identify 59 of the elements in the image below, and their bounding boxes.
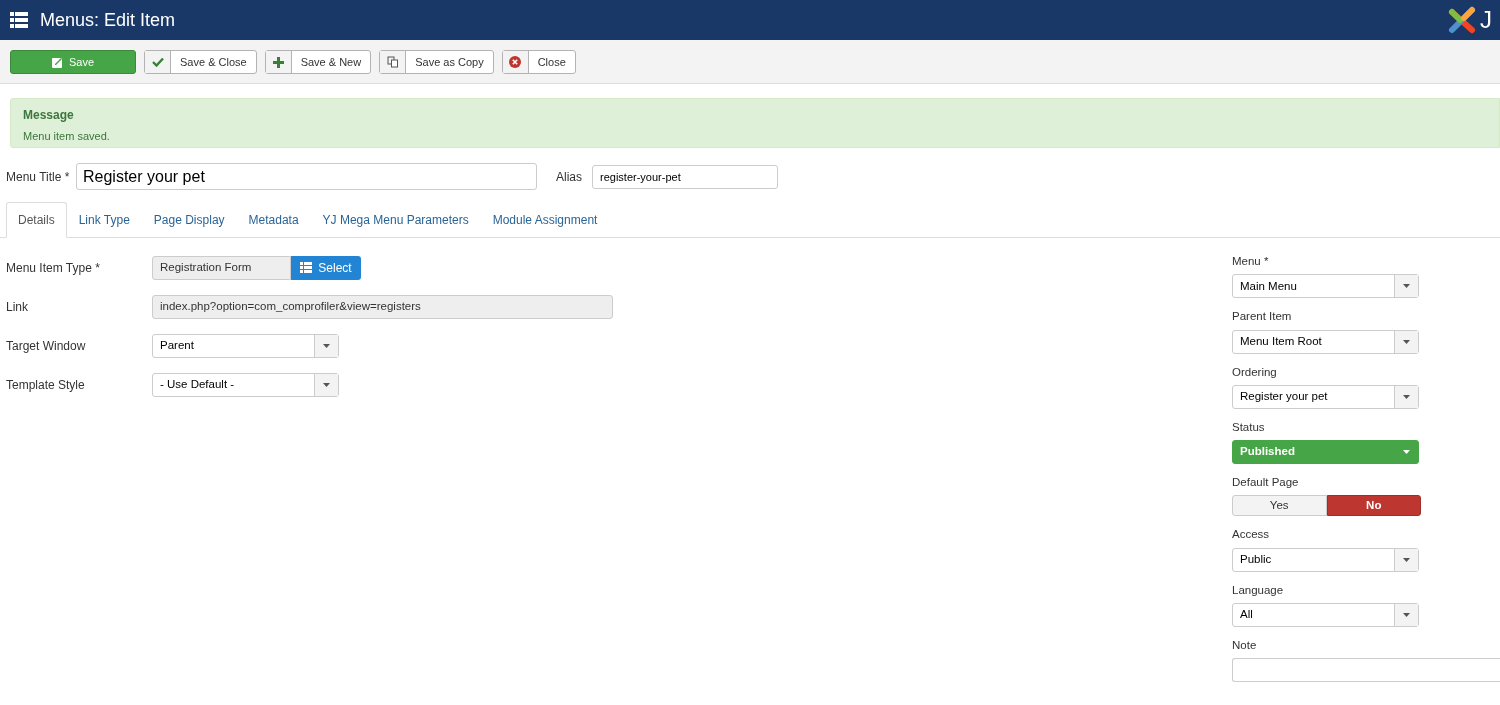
tab[interactable]: YJ Mega Menu Parameters — [310, 202, 481, 238]
check-icon — [151, 57, 164, 67]
logo-text: J — [1480, 5, 1492, 35]
list-icon — [10, 12, 28, 28]
menu-title-field[interactable]: Register your pet — [76, 163, 537, 190]
field-label: Menu * — [1232, 254, 1270, 269]
cancel-icon — [509, 56, 522, 68]
caret-icon — [1403, 339, 1410, 344]
select-field[interactable]: All — [1232, 602, 1419, 627]
field-label: Link — [5, 298, 29, 316]
readonly-field: Registration Form — [152, 255, 291, 280]
edit-icon — [51, 56, 63, 68]
select-field[interactable]: Register your pet — [1232, 384, 1419, 409]
caret-icon — [1402, 450, 1410, 454]
caret-icon — [1403, 612, 1410, 617]
select-field[interactable]: Public — [1232, 547, 1419, 572]
select-field[interactable]: Menu Item Root — [1232, 329, 1419, 354]
field-label: Menu Title * — [5, 168, 71, 186]
select-field[interactable]: - Use Default - — [152, 372, 339, 397]
field-label: Note — [1232, 637, 1258, 653]
message-heading: Message — [23, 107, 75, 124]
list-icon — [300, 262, 313, 273]
copy-icon — [386, 56, 399, 68]
caret-icon — [323, 382, 330, 387]
field-label: Language — [1232, 582, 1285, 598]
field-label: Menu Item Type * — [5, 259, 101, 277]
select-button[interactable]: Select — [291, 255, 361, 280]
field-label: Default Page — [1232, 475, 1300, 490]
field-label: Access — [1232, 527, 1271, 543]
field-label: Parent Item — [1232, 309, 1293, 325]
alias-field[interactable]: register-your-pet — [592, 164, 778, 189]
tab[interactable]: Details — [6, 202, 67, 238]
field-label: Template Style — [5, 376, 86, 394]
select-field[interactable]: Parent — [152, 333, 339, 358]
caret-icon — [323, 343, 330, 348]
field-label: Target Window — [5, 337, 87, 355]
toolbar-button[interactable]: Close — [501, 50, 576, 74]
tab[interactable]: Metadata — [236, 202, 311, 238]
tab[interactable]: Link Type — [66, 202, 142, 238]
tab[interactable]: Page Display — [141, 202, 237, 238]
message-text: Menu item saved. — [23, 129, 111, 144]
field-label: Status — [1232, 419, 1266, 435]
select-field[interactable]: Main Menu — [1232, 274, 1419, 299]
plus-icon — [272, 56, 284, 68]
toggle-option[interactable]: No — [1326, 495, 1421, 517]
tab[interactable]: Module Assignment — [480, 202, 610, 238]
toggle-option[interactable]: Yes — [1232, 495, 1327, 517]
page-title: Menus: Edit Item — [40, 8, 176, 32]
note-field[interactable] — [1232, 658, 1500, 682]
field-label: Ordering — [1232, 364, 1278, 380]
caret-icon — [1403, 557, 1410, 562]
caret-icon — [1403, 284, 1410, 289]
caret-icon — [1403, 394, 1410, 399]
toolbar-button[interactable]: Save as Copy — [379, 50, 494, 74]
toolbar-button[interactable]: Save & New — [264, 50, 372, 74]
toolbar-button[interactable]: Save & Close — [144, 50, 257, 74]
logo-icon — [1446, 4, 1478, 36]
readonly-field: index.php?option=com_comprofiler&view=registers — [152, 294, 613, 319]
field-label: Alias — [556, 168, 583, 186]
